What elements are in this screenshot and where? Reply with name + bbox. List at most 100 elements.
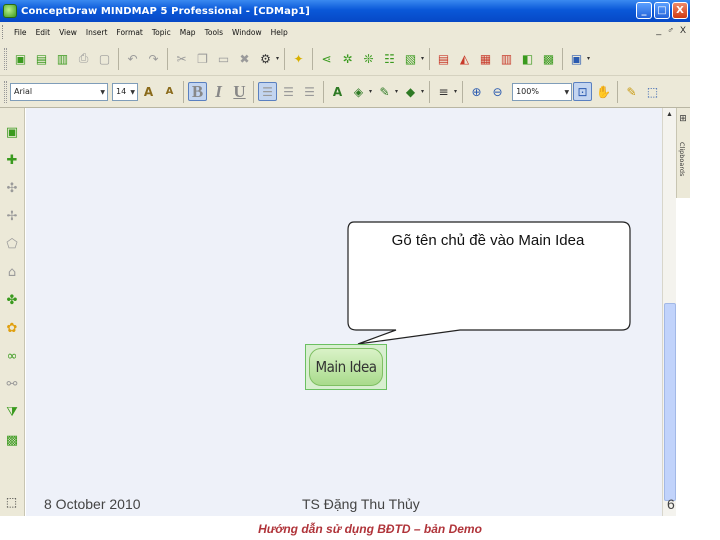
picture-icon[interactable]: ▩ bbox=[3, 430, 22, 450]
align-left-icon[interactable]: ☰ bbox=[258, 82, 277, 101]
select-tool-icon[interactable]: ⬚ bbox=[2, 492, 21, 511]
undo-icon[interactable]: ↶ bbox=[123, 49, 142, 68]
minimize-button[interactable]: _ bbox=[636, 2, 652, 19]
font-color-icon[interactable]: ◆ bbox=[401, 82, 420, 101]
open-icon[interactable]: ▤ bbox=[32, 49, 51, 68]
doc-close-button[interactable]: X bbox=[680, 25, 686, 35]
grow-font-icon[interactable]: A bbox=[139, 82, 158, 101]
zoom-select[interactable]: 100% ▼ bbox=[512, 82, 573, 101]
add-boundary-icon[interactable]: ⬠ bbox=[3, 234, 22, 254]
shrink-font-icon[interactable]: A bbox=[160, 82, 179, 101]
font-size-select[interactable]: 14 ▼ bbox=[112, 82, 138, 101]
chevron-down-icon[interactable]: ▾ bbox=[395, 88, 398, 95]
toolbar-separator bbox=[167, 47, 168, 70]
line-color-icon[interactable]: ✎ bbox=[375, 82, 394, 101]
vertical-scrollbar[interactable]: ▲ bbox=[662, 108, 676, 516]
slide-author: TS Đặng Thu Thủy bbox=[302, 496, 420, 512]
add-symbol-icon[interactable]: ✿ bbox=[3, 318, 22, 338]
scroll-thumb[interactable] bbox=[664, 303, 676, 501]
menu-topic[interactable]: Topic bbox=[152, 28, 171, 37]
menu-window[interactable]: Window bbox=[232, 28, 262, 37]
panel-pin-icon[interactable]: ⊞ bbox=[677, 113, 689, 125]
menu-file[interactable]: File bbox=[14, 28, 27, 37]
title-bar: ConceptDraw MINDMAP 5 Professional - [CD… bbox=[0, 0, 690, 22]
redo-icon[interactable]: ↷ bbox=[144, 49, 163, 68]
menu-format[interactable]: Format bbox=[116, 28, 142, 37]
cut-icon[interactable]: ✂ bbox=[172, 49, 191, 68]
notes-icon[interactable]: ✎ bbox=[622, 82, 641, 101]
export-ppt-icon[interactable]: ▦ bbox=[476, 49, 495, 68]
tools-icon[interactable]: ⚙ bbox=[256, 49, 275, 68]
copy-icon[interactable]: ❐ bbox=[193, 49, 212, 68]
toolbar-overflow-icon[interactable]: ▾ bbox=[587, 55, 590, 62]
italic-icon[interactable]: I bbox=[209, 82, 228, 101]
app-logo-icon bbox=[3, 4, 17, 18]
link-icon[interactable]: ∞ bbox=[3, 346, 22, 366]
toolbar-overflow-icon[interactable]: ▾ bbox=[454, 88, 457, 95]
zoom-in-icon[interactable]: ⊕ bbox=[467, 82, 486, 101]
outline-icon[interactable]: ☷ bbox=[380, 49, 399, 68]
pan-hand-icon[interactable]: ✋ bbox=[594, 82, 613, 101]
add-floating-topic-icon[interactable]: ✣ bbox=[3, 178, 22, 198]
export-word-icon[interactable]: ▥ bbox=[497, 49, 516, 68]
menu-tools[interactable]: Tools bbox=[205, 28, 223, 37]
clipboards-tab[interactable]: Clipboards bbox=[678, 142, 686, 176]
line-style-icon[interactable]: ≡ bbox=[434, 82, 453, 101]
align-center-icon[interactable]: ☰ bbox=[279, 82, 298, 101]
print-preview-icon[interactable]: ▢ bbox=[95, 49, 114, 68]
hyperlink-icon[interactable]: ⧩ bbox=[3, 402, 22, 422]
fill-color-icon[interactable]: ◈ bbox=[349, 82, 368, 101]
menu-view[interactable]: View bbox=[59, 28, 77, 37]
export-acrobat-icon[interactable]: ◭ bbox=[455, 49, 474, 68]
delete-icon[interactable]: ✖ bbox=[235, 49, 254, 68]
maximize-button[interactable]: □ bbox=[654, 2, 670, 19]
menu-grip[interactable] bbox=[2, 25, 6, 39]
idea-bulb-icon[interactable]: ✦ bbox=[289, 49, 308, 68]
attachment-icon[interactable]: ⚯ bbox=[3, 374, 22, 394]
toolbar-grip[interactable] bbox=[4, 80, 7, 103]
menu-edit[interactable]: Edit bbox=[36, 28, 51, 37]
add-relationship-icon[interactable]: ⌂ bbox=[3, 262, 22, 282]
zoom-out-icon[interactable]: ⊖ bbox=[488, 82, 507, 101]
toolbar-grip[interactable] bbox=[4, 47, 7, 70]
underline-icon[interactable]: U bbox=[230, 82, 249, 101]
scroll-up-icon[interactable]: ▲ bbox=[663, 108, 676, 122]
toolbar-overflow-icon[interactable]: ▾ bbox=[421, 55, 424, 62]
save-icon[interactable]: ▥ bbox=[53, 49, 72, 68]
font-name-select[interactable]: Arial ▼ bbox=[10, 82, 108, 101]
align-right-icon[interactable]: ☰ bbox=[300, 82, 319, 101]
menu-help[interactable]: Help bbox=[271, 28, 288, 37]
branch-icon[interactable]: ⋖ bbox=[317, 49, 336, 68]
export-project-icon[interactable]: ◧ bbox=[518, 49, 537, 68]
print-icon[interactable]: ⎙ bbox=[74, 49, 93, 68]
relation-icon[interactable]: ❊ bbox=[359, 49, 378, 68]
add-marker-icon[interactable]: ✤ bbox=[3, 290, 22, 310]
add-subtopic-icon[interactable]: ✚ bbox=[3, 150, 22, 170]
export-pdf-icon[interactable]: ▤ bbox=[434, 49, 453, 68]
toolbar-overflow-icon[interactable]: ▾ bbox=[276, 55, 279, 62]
toolbar-separator bbox=[253, 80, 254, 103]
doc-minimize-button[interactable]: _ bbox=[656, 25, 661, 35]
paste-icon[interactable]: ▭ bbox=[214, 49, 233, 68]
toolbar-separator bbox=[429, 47, 431, 70]
new-map-icon[interactable]: ▣ bbox=[11, 49, 30, 68]
add-callout-icon[interactable]: ✢ bbox=[3, 206, 22, 226]
bold-icon[interactable]: B bbox=[188, 82, 207, 101]
text-style-icon[interactable]: A bbox=[328, 82, 347, 101]
cluster-icon[interactable]: ✲ bbox=[338, 49, 357, 68]
toolbar-separator bbox=[323, 80, 324, 103]
doc-restore-button[interactable]: ♂ bbox=[667, 25, 674, 35]
presentation-icon[interactable]: ▣ bbox=[567, 49, 586, 68]
add-topic-icon[interactable]: ▣ bbox=[3, 122, 22, 142]
chevron-down-icon[interactable]: ▾ bbox=[421, 88, 424, 95]
zoom-fit-icon[interactable]: ⊡ bbox=[573, 82, 593, 101]
main-idea-topic[interactable]: Main Idea bbox=[309, 348, 383, 386]
presentation-mode-icon[interactable]: ⬚ bbox=[643, 82, 662, 101]
close-button[interactable]: X bbox=[672, 2, 688, 19]
left-toolbar: ▣ ✚ ✣ ✢ ⬠ ⌂ ✤ ✿ ∞ ⚯ ⧩ ▩ bbox=[0, 108, 25, 516]
chevron-down-icon[interactable]: ▾ bbox=[369, 88, 372, 95]
menu-insert[interactable]: Insert bbox=[86, 28, 108, 37]
export-excel-icon[interactable]: ▩ bbox=[539, 49, 558, 68]
image-icon[interactable]: ▧ bbox=[401, 49, 420, 68]
menu-map[interactable]: Map bbox=[180, 28, 196, 37]
